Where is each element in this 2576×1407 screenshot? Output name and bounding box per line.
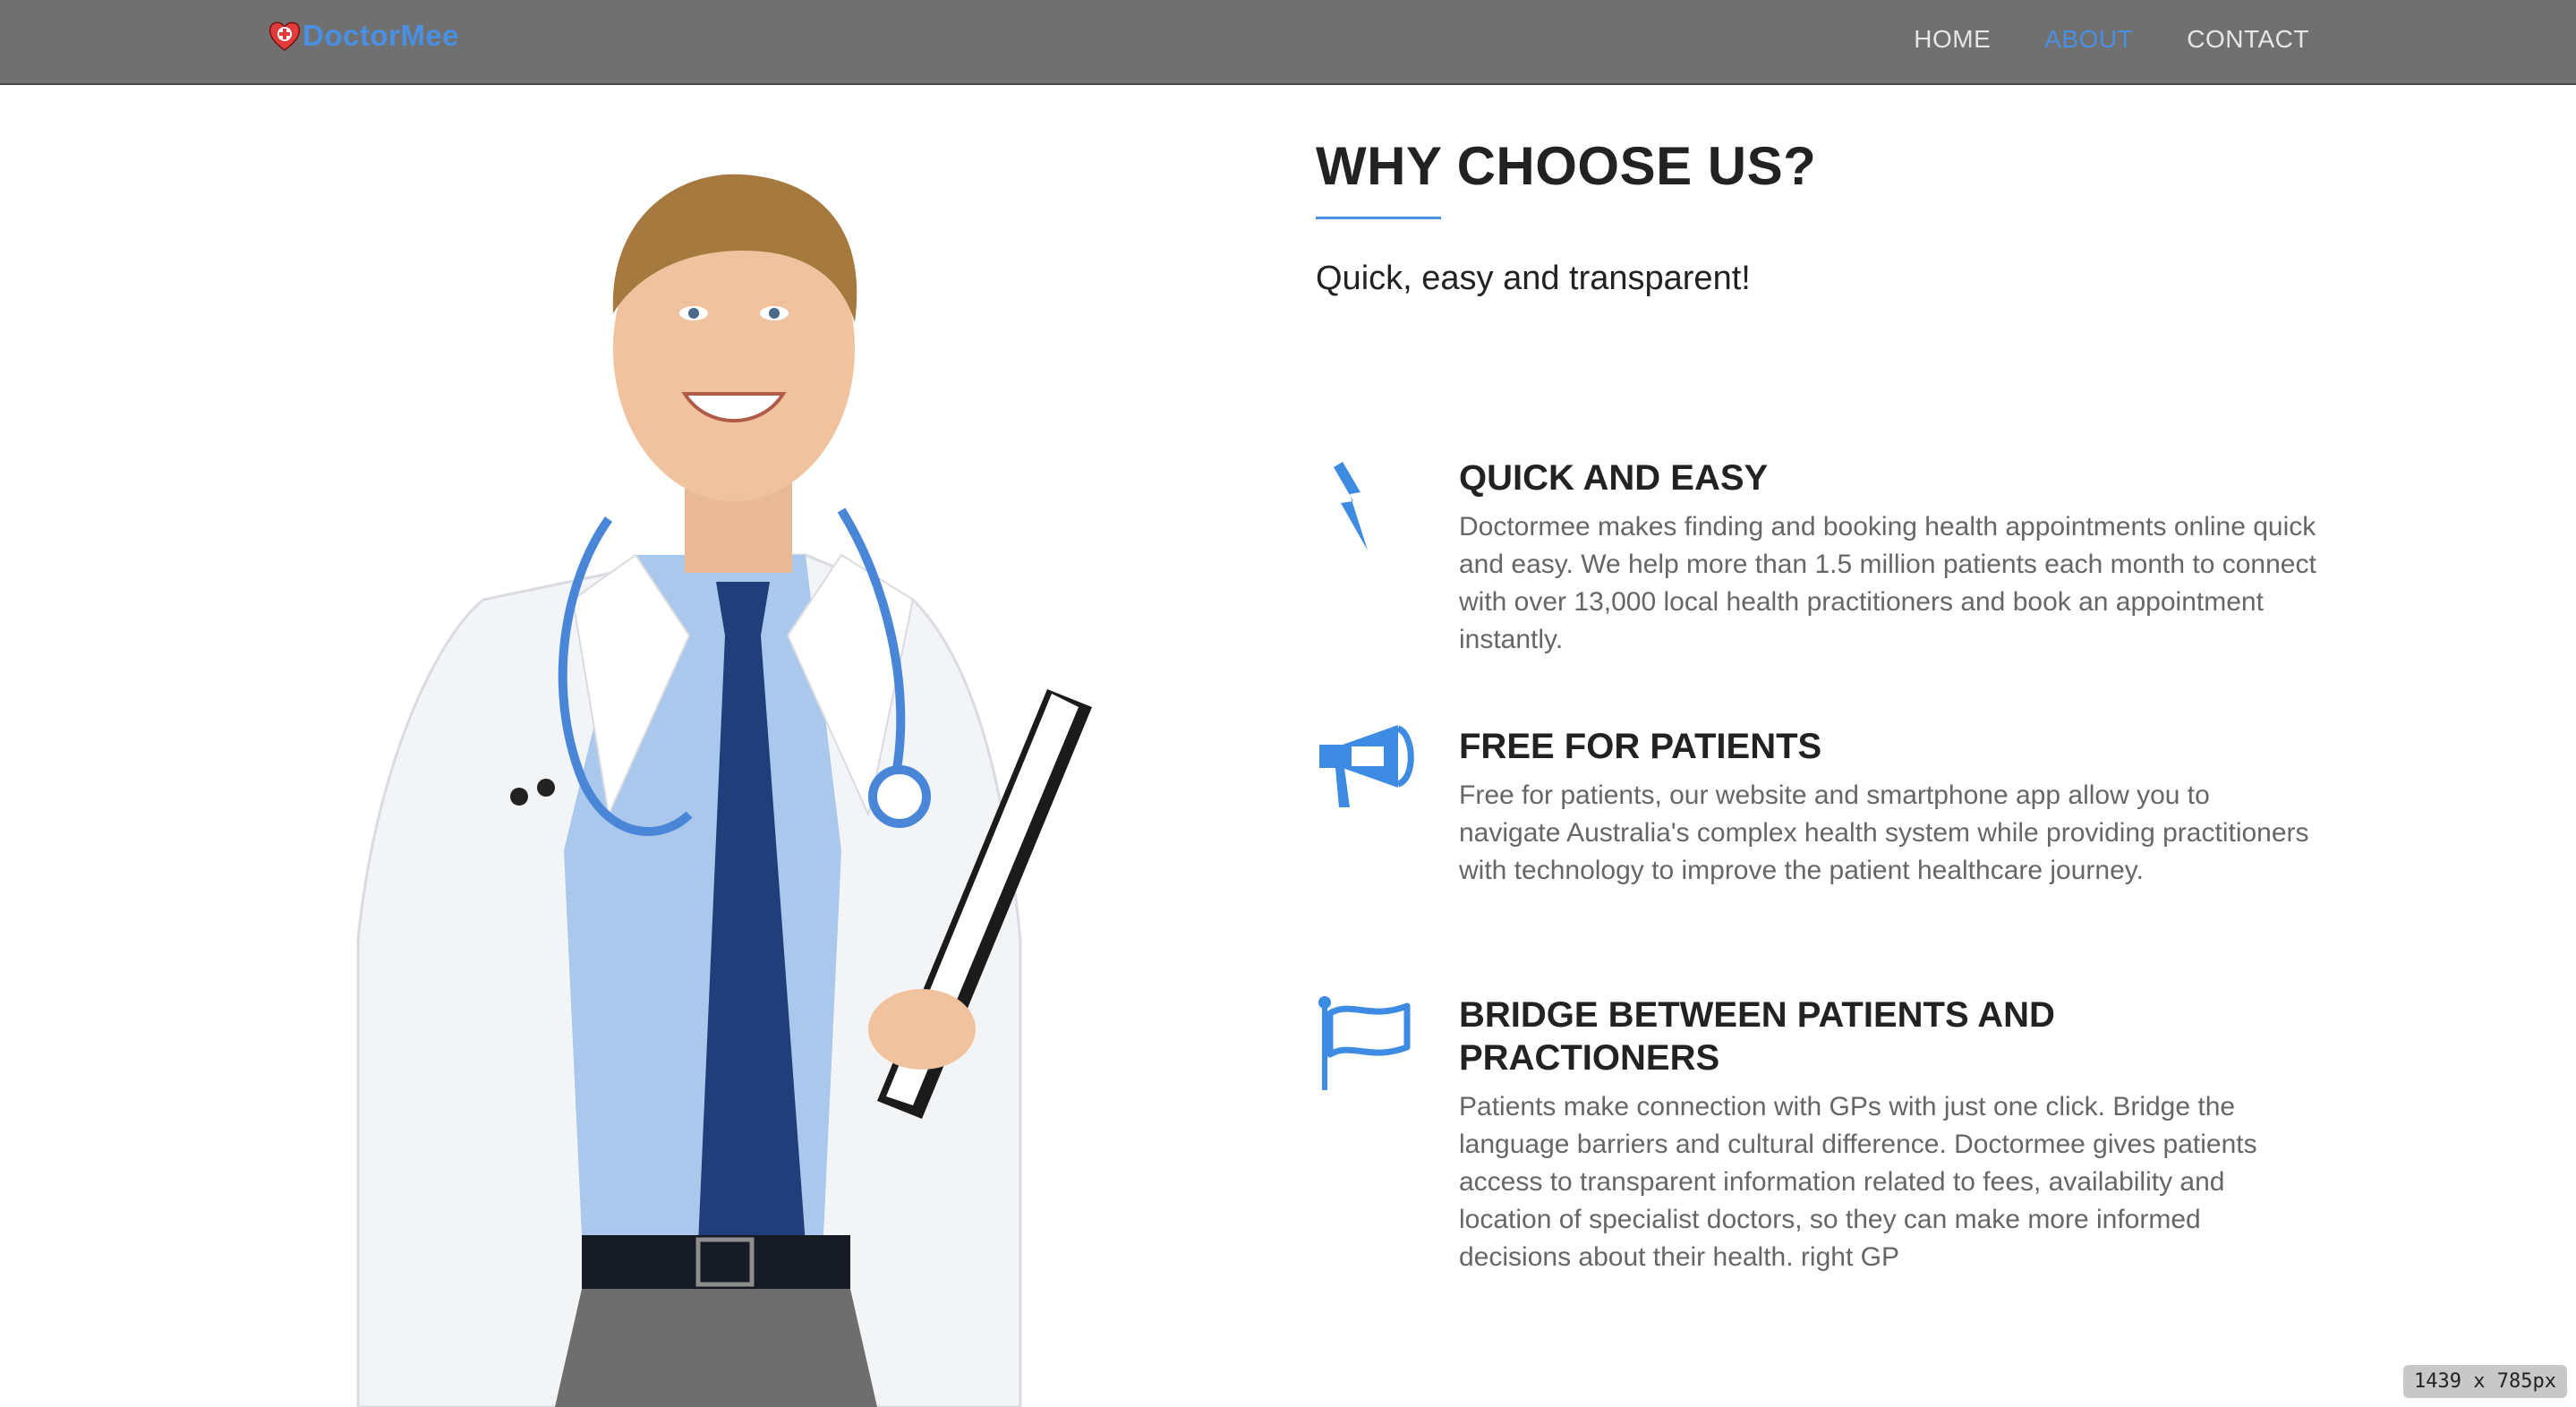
feature-title: BRIDGE BETWEEN PATIENTS AND PRACTIONERS xyxy=(1459,995,2055,1078)
nav-menu: HOME ABOUT CONTACT xyxy=(1860,21,2309,57)
navbar: DoctorMee HOME ABOUT CONTACT xyxy=(0,0,2576,85)
nav-home[interactable]: HOME xyxy=(1914,25,1991,54)
feature-text: Free for patients, our website and smart… xyxy=(1459,780,2309,885)
feature-title: FREE FOR PATIENTS xyxy=(1459,727,1822,766)
flag-icon xyxy=(1316,993,1423,1092)
megaphone-icon xyxy=(1316,725,1423,823)
brand-name: DoctorMee xyxy=(303,19,460,52)
page-title: WHY CHOOSE US? xyxy=(1316,136,1817,196)
feature-text: Doctormee makes finding and booking heal… xyxy=(1459,512,2316,654)
nav-contact[interactable]: CONTACT xyxy=(2187,25,2309,54)
nav-about[interactable]: ABOUT xyxy=(2044,25,2133,54)
title-underline xyxy=(1316,217,1441,219)
viewport-size-badge: 1439 x 785px xyxy=(2403,1365,2567,1398)
page-subtitle: Quick, easy and transparent! xyxy=(1316,260,1751,297)
feature-text: Patients make connection with GPs with j… xyxy=(1459,1092,2257,1272)
about-section: WHY CHOOSE US? Quick, easy and transpare… xyxy=(1316,134,2318,1272)
lightning-bolt-icon xyxy=(1316,456,1423,555)
brand-logo[interactable]: DoctorMee xyxy=(267,16,459,55)
feature-title: QUICK AND EASY xyxy=(1459,458,1769,498)
doctor-photo xyxy=(340,134,1217,1407)
heart-cross-icon xyxy=(269,21,301,51)
